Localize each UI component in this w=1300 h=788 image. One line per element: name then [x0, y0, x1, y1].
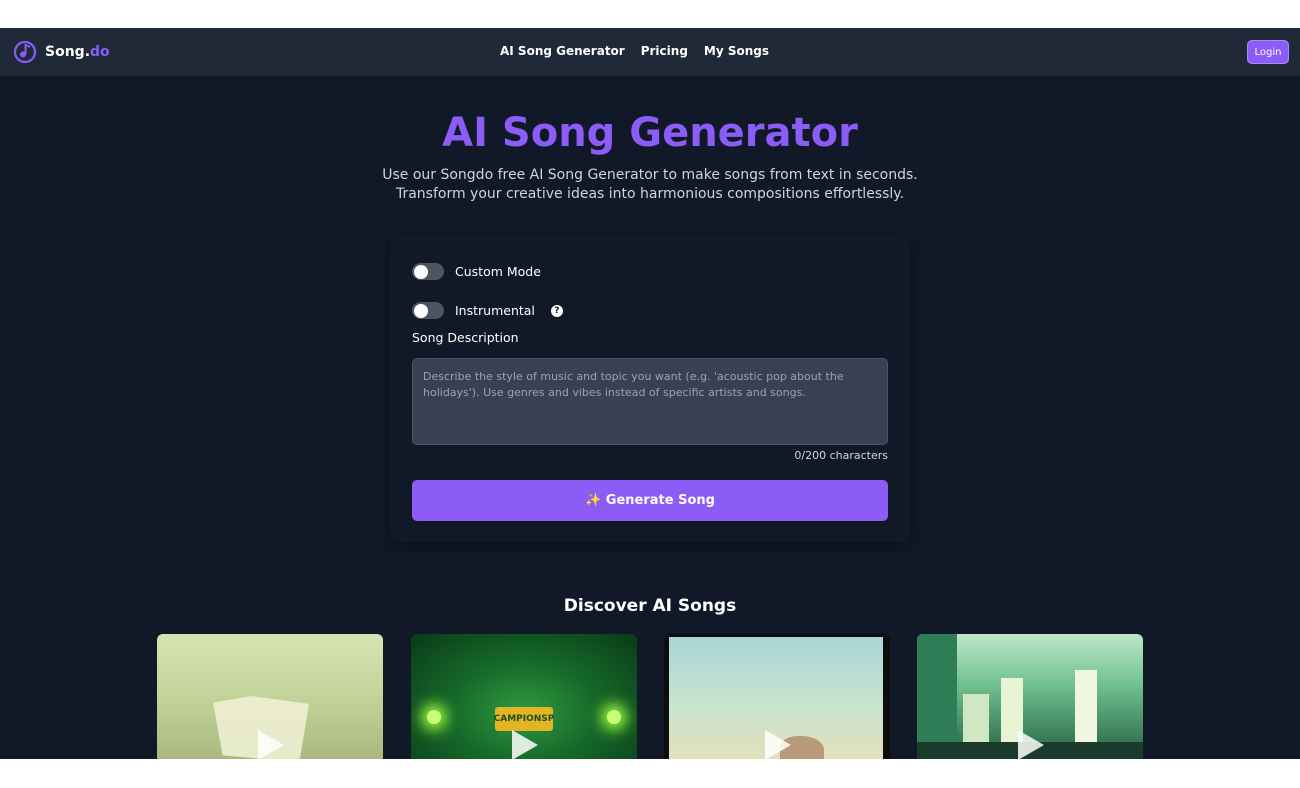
custom-mode-toggle[interactable] [412, 263, 444, 280]
championship-sign: CAMPIONSP [494, 707, 554, 731]
instrumental-label: Instrumental [455, 303, 535, 318]
instrumental-row: Instrumental ? [412, 302, 563, 319]
generator-form-card: Custom Mode Instrumental ? Song Descript… [390, 236, 910, 542]
logo-text: Song.do [45, 44, 110, 60]
toggle-knob [414, 264, 428, 279]
nav-links: AI Song Generator Pricing My Songs [500, 44, 769, 58]
play-icon[interactable] [258, 730, 284, 759]
building-artwork [917, 634, 957, 759]
song-card[interactable] [157, 634, 383, 759]
login-button[interactable]: Login [1247, 40, 1289, 64]
song-description-input[interactable] [412, 358, 888, 445]
logo[interactable]: Song.do [13, 40, 110, 64]
song-card[interactable] [917, 634, 1143, 759]
help-icon[interactable]: ? [550, 304, 563, 317]
stadium-light-artwork [607, 710, 621, 724]
subtitle-line-2: Transform your creative ideas into harmo… [395, 186, 905, 202]
discover-section-title: Discover AI Songs [563, 596, 737, 616]
generate-song-button[interactable]: ✨ Generate Song [412, 480, 888, 521]
play-icon[interactable] [1018, 730, 1044, 759]
toggle-knob [414, 303, 428, 318]
instrumental-toggle[interactable] [412, 302, 444, 319]
song-card[interactable]: CAMPIONSP [411, 634, 637, 759]
subtitle-line-1: Use our Songdo free AI Song Generator to… [382, 167, 918, 183]
character-count: 0/200 characters [794, 449, 888, 462]
music-note-logo-icon [13, 40, 37, 64]
custom-mode-label: Custom Mode [455, 264, 541, 279]
page-subtitle: Use our Songdo free AI Song Generator to… [0, 166, 1300, 204]
page-viewport: Song.do AI Song Generator Pricing My Son… [0, 28, 1300, 759]
custom-mode-row: Custom Mode [412, 263, 541, 280]
song-description-label: Song Description [412, 330, 519, 345]
nav-link-pricing[interactable]: Pricing [641, 44, 688, 58]
play-icon[interactable] [512, 730, 538, 759]
song-card[interactable] [664, 634, 890, 759]
navbar: Song.do AI Song Generator Pricing My Son… [0, 28, 1300, 76]
nav-link-ai-song-generator[interactable]: AI Song Generator [500, 44, 625, 58]
stadium-light-artwork [427, 710, 441, 724]
nav-link-my-songs[interactable]: My Songs [704, 44, 769, 58]
play-icon[interactable] [765, 730, 791, 759]
page-title: AI Song Generator [442, 110, 858, 156]
